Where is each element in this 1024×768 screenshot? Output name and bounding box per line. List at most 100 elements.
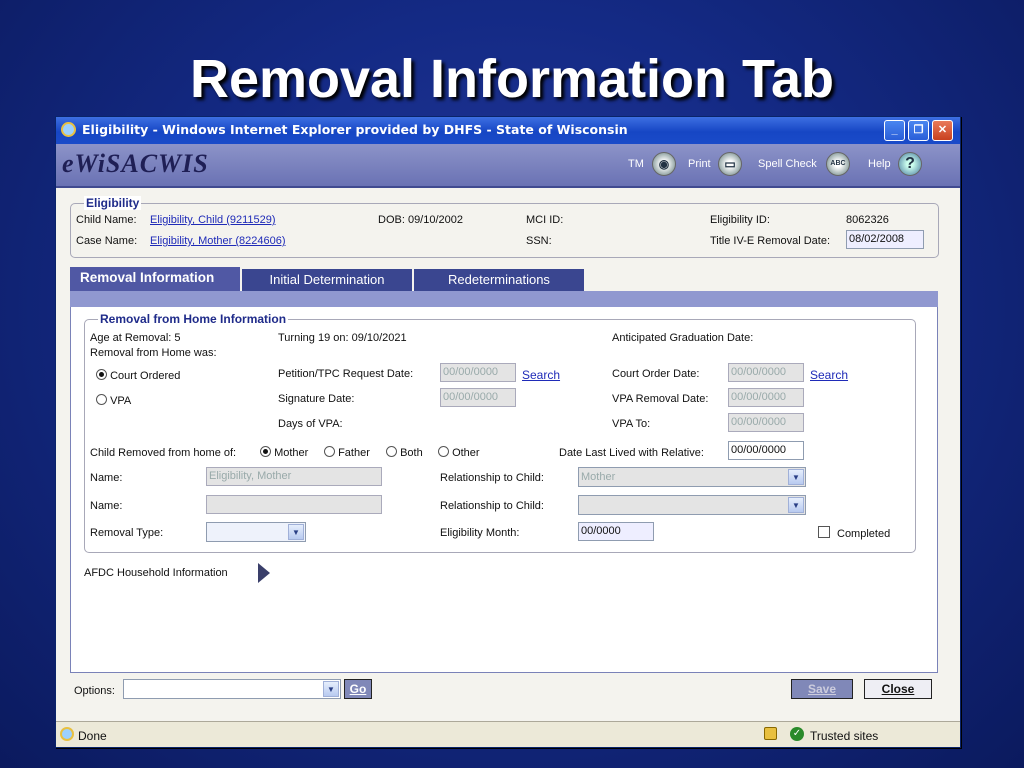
title-bar: Eligibility - Windows Internet Explorer … bbox=[56, 117, 960, 144]
vpa-removal-date-label: VPA Removal Date: bbox=[612, 393, 709, 405]
age-at-removal: Age at Removal: 5 bbox=[90, 332, 181, 344]
court-ordered-radio[interactable] bbox=[96, 369, 107, 380]
name1-label: Name: bbox=[90, 472, 123, 484]
tab-removal-information[interactable]: Removal Information bbox=[70, 267, 240, 291]
court-order-search-link[interactable]: Search bbox=[810, 368, 848, 382]
tab-initial-label: Initial Determination bbox=[269, 272, 385, 287]
name1-field[interactable]: Eligibility, Mother bbox=[206, 467, 382, 486]
dob-text: DOB: 09/10/2002 bbox=[378, 214, 464, 226]
name2-label: Name: bbox=[90, 500, 123, 512]
chevron-down-icon: ▼ bbox=[788, 497, 804, 513]
eligibility-header-box bbox=[70, 203, 939, 258]
vpa-label: VPA bbox=[110, 395, 132, 407]
removed-from-father-option[interactable]: Father bbox=[324, 446, 370, 459]
vpa-radio[interactable] bbox=[96, 394, 107, 405]
spell-check-icon[interactable]: ABC bbox=[826, 152, 850, 176]
relationship2-select[interactable]: ▼ bbox=[578, 495, 806, 515]
checkmark-icon: ✓ bbox=[790, 727, 804, 741]
lock-icon bbox=[764, 727, 777, 740]
completed-checkbox[interactable] bbox=[818, 526, 830, 538]
tab-redeterminations[interactable]: Redeterminations bbox=[414, 269, 584, 291]
ie-icon bbox=[61, 122, 76, 137]
expand-arrow-icon[interactable] bbox=[258, 563, 270, 583]
eligibility-id-value: 8062326 bbox=[846, 214, 889, 226]
spell-check-label[interactable]: Spell Check bbox=[758, 158, 817, 170]
security-zone: Trusted sites bbox=[810, 729, 879, 743]
print-icon[interactable]: ▭ bbox=[718, 152, 742, 176]
mother-radio[interactable] bbox=[260, 446, 271, 457]
case-name-label: Case Name: bbox=[76, 235, 138, 247]
signature-date-field[interactable]: 00/00/0000 bbox=[440, 388, 516, 407]
go-button[interactable]: Go bbox=[344, 679, 372, 699]
relationship1-label: Relationship to Child: bbox=[440, 472, 544, 484]
both-label: Both bbox=[400, 447, 423, 459]
name2-field[interactable] bbox=[206, 495, 382, 514]
signature-date-label: Signature Date: bbox=[278, 393, 355, 405]
afdc-household-label: AFDC Household Information bbox=[84, 567, 228, 579]
case-name-link[interactable]: Eligibility, Mother (8224606) bbox=[150, 235, 286, 247]
tab-removal-label: Removal Information bbox=[80, 270, 215, 285]
petition-date-field[interactable]: 00/00/0000 bbox=[440, 363, 516, 382]
minimize-button[interactable]: _ bbox=[884, 120, 905, 141]
turning-19-text: Turning 19 on: 09/10/2021 bbox=[278, 332, 407, 344]
child-removed-from-label: Child Removed from home of: bbox=[90, 447, 237, 459]
removal-legend: Removal from Home Information bbox=[98, 312, 289, 326]
save-button[interactable]: Save bbox=[791, 679, 853, 699]
status-done: Done bbox=[78, 729, 107, 743]
title-ive-removal-date-label: Title IV-E Removal Date: bbox=[710, 235, 831, 247]
court-ordered-label: Court Ordered bbox=[110, 370, 181, 382]
eligibility-month-field[interactable]: 00/0000 bbox=[578, 522, 654, 541]
removal-type-label: Removal Type: bbox=[90, 527, 164, 539]
removed-from-both-option[interactable]: Both bbox=[386, 446, 423, 459]
restore-button[interactable]: ❐ bbox=[908, 120, 929, 141]
tab-initial-determination[interactable]: Initial Determination bbox=[242, 269, 412, 291]
relationship1-value: Mother bbox=[581, 471, 616, 483]
help-icon[interactable]: ? bbox=[898, 152, 922, 176]
title-ive-removal-date-field: 08/02/2008 bbox=[846, 230, 924, 249]
options-label: Options: bbox=[74, 685, 115, 697]
browser-window: Eligibility - Windows Internet Explorer … bbox=[55, 116, 961, 748]
father-radio[interactable] bbox=[324, 446, 335, 457]
vpa-removal-date-field[interactable]: 00/00/0000 bbox=[728, 388, 804, 407]
court-ordered-option[interactable]: Court Ordered bbox=[96, 369, 180, 382]
child-name-label: Child Name: bbox=[76, 214, 137, 226]
close-button[interactable]: Close bbox=[864, 679, 932, 699]
tab-underline-bar bbox=[70, 291, 938, 307]
other-radio[interactable] bbox=[438, 446, 449, 457]
court-order-date-label: Court Order Date: bbox=[612, 368, 700, 380]
tm-label[interactable]: TM bbox=[628, 158, 644, 170]
date-last-lived-field[interactable]: 00/00/0000 bbox=[728, 441, 804, 460]
chevron-down-icon: ▼ bbox=[788, 469, 804, 485]
eligibility-legend: Eligibility bbox=[84, 196, 142, 210]
mother-label: Mother bbox=[274, 447, 309, 459]
vpa-option[interactable]: VPA bbox=[96, 394, 131, 407]
removed-from-mother-option[interactable]: Mother bbox=[260, 446, 308, 459]
page-icon bbox=[60, 727, 74, 741]
removal-from-home-was-label: Removal from Home was: bbox=[90, 347, 217, 359]
petition-search-link[interactable]: Search bbox=[522, 368, 560, 382]
app-header: eWiSACWIS TM ◉ Print ▭ Spell Check ABC H… bbox=[56, 144, 960, 188]
relationship1-select[interactable]: Mother ▼ bbox=[578, 467, 806, 487]
tm-globe-icon[interactable]: ◉ bbox=[652, 152, 676, 176]
window-title: Eligibility - Windows Internet Explorer … bbox=[82, 122, 628, 137]
help-label[interactable]: Help bbox=[868, 158, 891, 170]
removal-type-select[interactable]: ▼ bbox=[206, 522, 306, 542]
other-label: Other bbox=[452, 447, 480, 459]
court-order-date-field[interactable]: 00/00/0000 bbox=[728, 363, 804, 382]
vpa-to-field[interactable]: 00/00/0000 bbox=[728, 413, 804, 432]
days-of-vpa-label: Days of VPA: bbox=[278, 418, 343, 430]
removed-from-other-option[interactable]: Other bbox=[438, 446, 480, 459]
relationship2-label: Relationship to Child: bbox=[440, 500, 544, 512]
options-select[interactable]: ▼ bbox=[123, 679, 341, 699]
chevron-down-icon: ▼ bbox=[288, 524, 304, 540]
close-window-button[interactable]: ✕ bbox=[932, 120, 953, 141]
app-logo: eWiSACWIS bbox=[62, 149, 209, 178]
both-radio[interactable] bbox=[386, 446, 397, 457]
print-label[interactable]: Print bbox=[688, 158, 711, 170]
father-label: Father bbox=[338, 447, 370, 459]
completed-label: Completed bbox=[837, 528, 891, 540]
eligibility-month-label: Eligibility Month: bbox=[440, 527, 520, 539]
slide-title: Removal Information Tab bbox=[189, 49, 835, 109]
ssn-label: SSN: bbox=[526, 235, 552, 247]
child-name-link[interactable]: Eligibility, Child (9211529) bbox=[150, 214, 276, 226]
